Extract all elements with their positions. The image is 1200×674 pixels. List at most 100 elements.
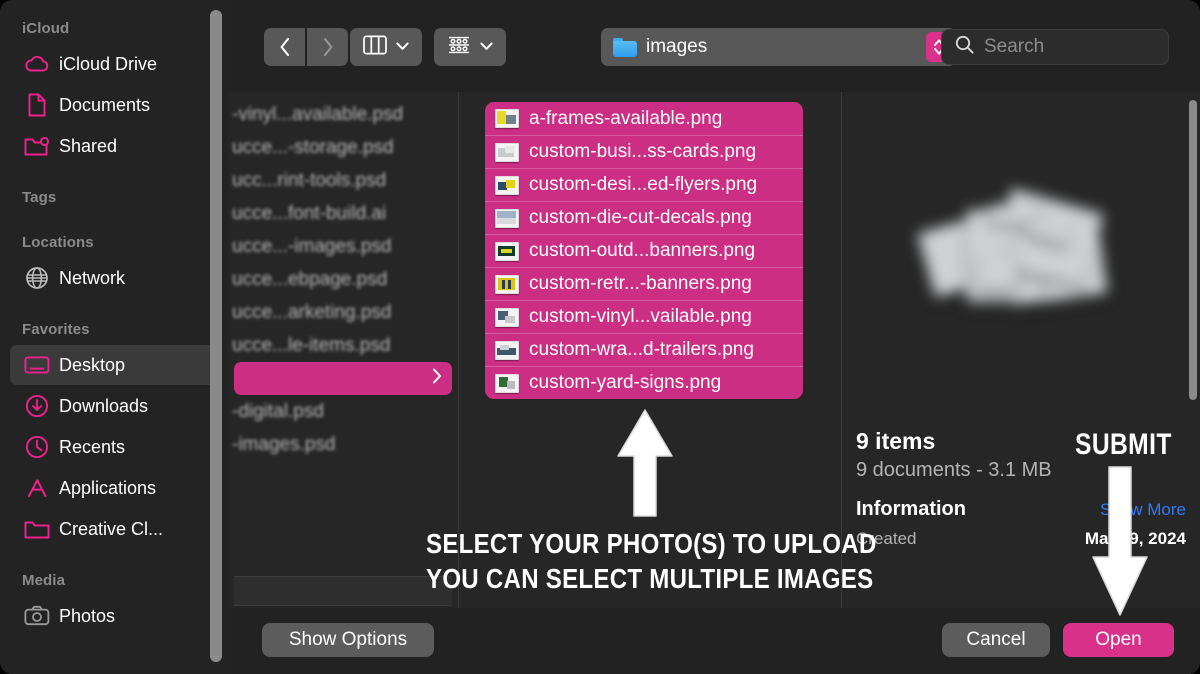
sidebar-item-label: Recents — [59, 436, 126, 457]
list-item[interactable]: ucce...-storage.psd — [228, 131, 458, 164]
list-item[interactable]: custom-vinyl...vailable.png — [485, 300, 803, 333]
list-item[interactable]: custom-desi...ed-flyers.png — [485, 168, 803, 201]
list-item[interactable]: ucce...ebpage.psd — [228, 263, 458, 296]
list-item[interactable]: ucce...-images.psd — [228, 230, 458, 263]
preview-thumbnail-area — [842, 92, 1188, 424]
column-one[interactable]: -vinyl...available.psd ucce...-storage.p… — [228, 92, 458, 674]
view-mode-button[interactable] — [350, 28, 422, 66]
sidebar: iCloud iCloud Drive Documents Shared Tag… — [0, 0, 228, 674]
file-name: custom-wra...d-trailers.png — [529, 339, 754, 360]
open-button[interactable]: Open — [1063, 623, 1174, 657]
show-options-button[interactable]: Show Options — [262, 623, 434, 657]
camera-icon — [22, 603, 52, 629]
list-item[interactable]: ucce...font-build.ai — [228, 197, 458, 230]
sidebar-item-desktop[interactable]: Desktop — [10, 345, 218, 385]
list-item[interactable]: custom-wra...d-trailers.png — [485, 333, 803, 366]
applications-icon — [22, 475, 52, 501]
image-thumbnail-icon — [495, 274, 519, 294]
sidebar-group-tags: Tags — [22, 189, 57, 206]
sidebar-item-icloud-drive[interactable]: iCloud Drive — [10, 44, 218, 84]
sidebar-group-icloud: iCloud — [22, 20, 70, 37]
column-browser: -vinyl...available.psd ucce...-storage.p… — [228, 92, 1200, 674]
list-item[interactable]: custom-busi...ss-cards.png — [485, 135, 803, 168]
sidebar-item-recents[interactable]: Recents — [10, 427, 218, 467]
sidebar-group-favorites: Favorites — [22, 321, 90, 338]
sidebar-item-shared[interactable]: Shared — [10, 126, 218, 166]
list-item[interactable]: ucce...arketing.psd — [228, 296, 458, 329]
sidebar-item-documents[interactable]: Documents — [10, 85, 218, 125]
image-thumbnail-icon — [495, 142, 519, 162]
sidebar-item-label: iCloud Drive — [59, 53, 158, 74]
sidebar-item-applications[interactable]: Applications — [10, 468, 218, 508]
image-thumbnail-icon — [495, 175, 519, 195]
sidebar-group-media: Media — [22, 572, 66, 589]
sidebar-item-label: Shared — [59, 135, 118, 156]
sidebar-item-creative-cloud[interactable]: Creative Cl... — [10, 509, 218, 549]
list-item[interactable]: custom-retr...-banners.png — [485, 267, 803, 300]
forward-button[interactable] — [307, 28, 348, 66]
file-open-dialog: iCloud iCloud Drive Documents Shared Tag… — [0, 0, 1200, 674]
list-item[interactable]: custom-die-cut-decals.png — [485, 201, 803, 234]
image-thumbnail-icon — [495, 109, 519, 128]
navigation-buttons — [264, 28, 348, 66]
path-select[interactable]: images — [601, 28, 956, 66]
list-item[interactable]: custom-yard-signs.png — [485, 366, 803, 399]
item-size: 9 documents - 3.1 MB — [856, 459, 1052, 481]
sidebar-item-network[interactable]: Network — [10, 258, 218, 298]
download-icon — [22, 393, 52, 419]
sidebar-item-label: Desktop — [59, 354, 126, 375]
image-thumbnail-icon — [495, 241, 519, 261]
sidebar-item-label: Creative Cl... — [59, 518, 164, 539]
search-input[interactable]: Search — [984, 36, 1044, 58]
file-name: custom-vinyl...vailable.png — [529, 306, 752, 327]
file-name: custom-retr...-banners.png — [529, 273, 752, 294]
selected-files-group: a-frames-available.png custom-busi...ss-… — [485, 102, 803, 399]
document-icon — [22, 92, 52, 118]
back-button[interactable] — [264, 28, 305, 66]
file-name: custom-desi...ed-flyers.png — [529, 174, 758, 195]
item-count: 9 items — [856, 428, 936, 454]
show-more-link[interactable]: Show More — [1100, 500, 1186, 520]
chevron-down-icon — [396, 38, 409, 56]
image-thumbnail-icon — [495, 208, 519, 228]
list-item-selected[interactable] — [234, 362, 452, 395]
created-row: Created Mar 19, 2024 — [856, 529, 1186, 549]
image-thumbnail-icon — [495, 373, 519, 393]
list-item[interactable]: ucce...le-items.psd — [228, 329, 458, 362]
cancel-button[interactable]: Cancel — [942, 623, 1050, 657]
preview-scrollbar[interactable] — [1189, 100, 1197, 400]
screenshot-root: iCloud iCloud Drive Documents Shared Tag… — [0, 0, 1200, 674]
sidebar-scrollbar[interactable] — [210, 10, 222, 662]
file-name: custom-die-cut-decals.png — [529, 207, 752, 228]
desktop-icon — [22, 352, 52, 378]
list-item[interactable]: custom-outd...banners.png — [485, 234, 803, 267]
sidebar-item-label: Documents — [59, 94, 151, 115]
column-view-icon — [363, 35, 387, 60]
list-item[interactable]: a-frames-available.png — [485, 102, 803, 135]
chevron-left-icon — [279, 37, 291, 57]
sidebar-group-locations: Locations — [22, 234, 94, 251]
search-field[interactable]: Search — [941, 29, 1169, 65]
list-item[interactable]: -vinyl...available.psd — [228, 98, 458, 131]
dialog-footer: Show Options Cancel Open — [228, 608, 1200, 674]
list-item[interactable]: ucc...rint-tools.psd — [228, 164, 458, 197]
sidebar-item-label: Applications — [59, 477, 157, 498]
chevron-right-icon — [322, 37, 334, 57]
cloud-icon — [22, 51, 52, 77]
image-thumbnail-icon — [495, 307, 519, 327]
list-item[interactable]: -digital.psd — [228, 395, 458, 428]
sidebar-item-downloads[interactable]: Downloads — [10, 386, 218, 426]
clock-icon — [22, 434, 52, 460]
group-by-button[interactable] — [434, 28, 506, 66]
file-name: custom-outd...banners.png — [529, 240, 756, 261]
column-one-footer — [234, 576, 452, 606]
path-label: images — [646, 36, 708, 57]
sidebar-item-photos[interactable]: Photos — [10, 596, 218, 636]
list-item[interactable]: -images.psd — [228, 428, 458, 461]
information-header: Information Show More — [856, 498, 1186, 521]
sidebar-item-label: Downloads — [59, 395, 149, 416]
column-two[interactable]: a-frames-available.png custom-busi...ss-… — [459, 92, 841, 674]
